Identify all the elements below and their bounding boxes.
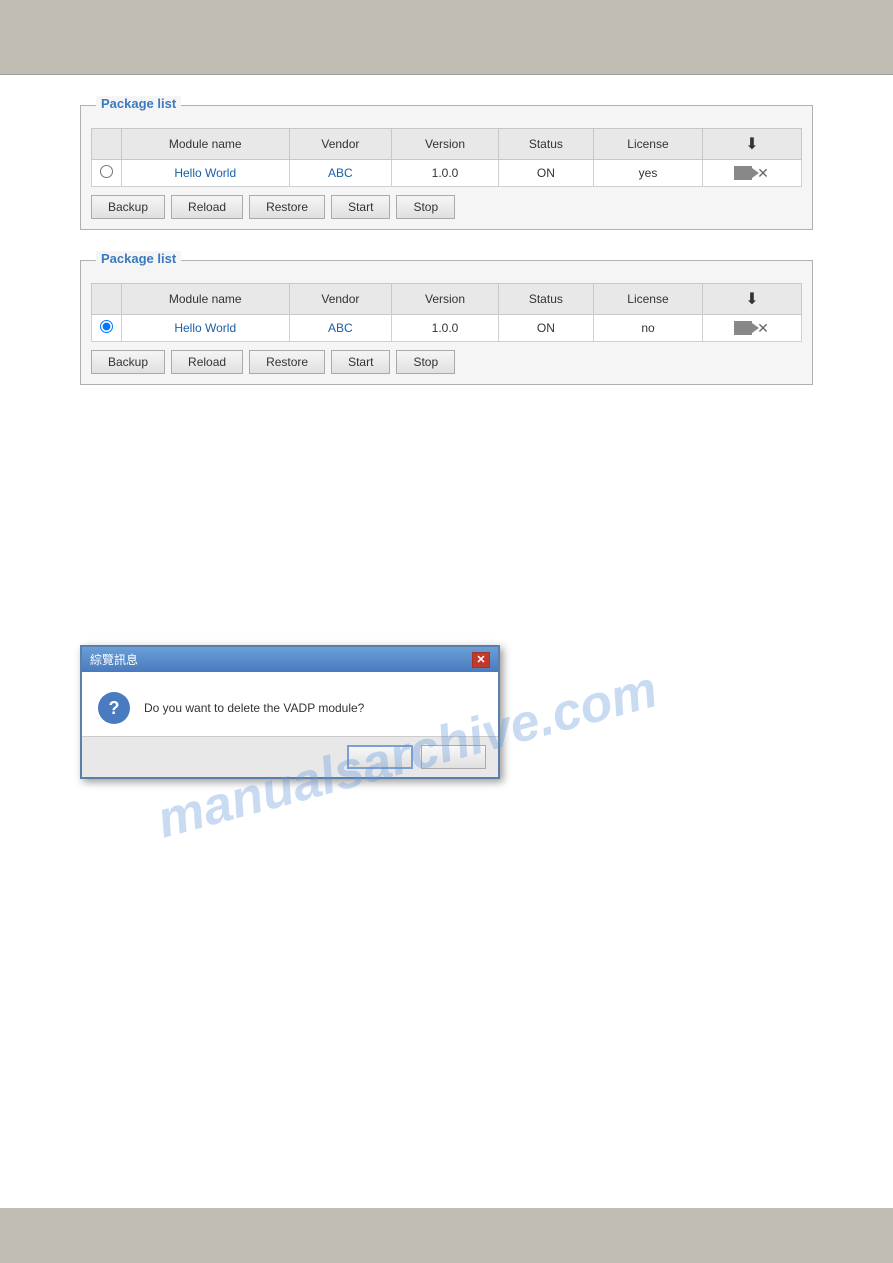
- dialog-message: Do you want to delete the VADP module?: [144, 701, 364, 715]
- button-row-2: Backup Reload Restore Start Stop: [91, 350, 802, 374]
- dialog-question-icon: ?: [98, 692, 130, 724]
- start-button-2[interactable]: Start: [331, 350, 390, 374]
- row-actions-1: ✕: [702, 160, 801, 187]
- dialog-overlay: 綜覽訊息 ✕ ? Do you want to delete the VADP …: [80, 645, 500, 779]
- col-status-2: Status: [498, 284, 593, 315]
- start-button-1[interactable]: Start: [331, 195, 390, 219]
- col-license-2: License: [594, 284, 703, 315]
- dialog-footer: [82, 736, 498, 777]
- row-radio-1[interactable]: [100, 165, 113, 178]
- col-radio-2: [92, 284, 122, 315]
- col-radio-1: [92, 129, 122, 160]
- row-version-2: 1.0.0: [392, 315, 498, 342]
- row-radio-cell-2[interactable]: [92, 315, 122, 342]
- table-row: Hello World ABC 1.0.0 ON yes ✕: [92, 160, 802, 187]
- row-actions-2: ✕: [702, 315, 801, 342]
- row-module-1[interactable]: Hello World: [122, 160, 290, 187]
- row-radio-2[interactable]: [100, 320, 113, 333]
- col-vendor-2: Vendor: [289, 284, 392, 315]
- row-radio-cell-1[interactable]: [92, 160, 122, 187]
- panel-title-1: Package list: [96, 96, 181, 111]
- package-table-1: Module name Vendor Version Status Licens…: [91, 128, 802, 187]
- module-link-2[interactable]: Hello World: [174, 321, 236, 335]
- main-content: Package list Module name Vendor Version …: [0, 75, 893, 1208]
- backup-button-1[interactable]: Backup: [91, 195, 165, 219]
- col-version-1: Version: [392, 129, 498, 160]
- dialog-title: 綜覽訊息: [90, 651, 138, 668]
- video-icon-2[interactable]: [734, 321, 752, 335]
- row-status-2: ON: [498, 315, 593, 342]
- video-icon-1[interactable]: [734, 166, 752, 180]
- col-download-1: ⬇: [702, 129, 801, 160]
- dialog-titlebar: 綜覽訊息 ✕: [82, 647, 498, 672]
- vendor-link-2[interactable]: ABC: [328, 321, 353, 335]
- reload-button-1[interactable]: Reload: [171, 195, 243, 219]
- module-link-1[interactable]: Hello World: [174, 166, 236, 180]
- row-status-1: ON: [498, 160, 593, 187]
- button-row-1: Backup Reload Restore Start Stop: [91, 195, 802, 219]
- col-status-1: Status: [498, 129, 593, 160]
- col-version-2: Version: [392, 284, 498, 315]
- row-license-1: yes: [594, 160, 703, 187]
- reload-button-2[interactable]: Reload: [171, 350, 243, 374]
- package-table-2: Module name Vendor Version Status Licens…: [91, 283, 802, 342]
- col-module-2: Module name: [122, 284, 290, 315]
- restore-button-1[interactable]: Restore: [249, 195, 325, 219]
- row-vendor-2[interactable]: ABC: [289, 315, 392, 342]
- row-version-1: 1.0.0: [392, 160, 498, 187]
- col-module-1: Module name: [122, 129, 290, 160]
- col-vendor-1: Vendor: [289, 129, 392, 160]
- package-panel-2: Package list Module name Vendor Version …: [80, 260, 813, 385]
- restore-button-2[interactable]: Restore: [249, 350, 325, 374]
- vendor-link-1[interactable]: ABC: [328, 166, 353, 180]
- dialog-body: ? Do you want to delete the VADP module?: [82, 672, 498, 736]
- col-download-2: ⬇: [702, 284, 801, 315]
- table-row: Hello World ABC 1.0.0 ON no ✕: [92, 315, 802, 342]
- row-module-2[interactable]: Hello World: [122, 315, 290, 342]
- dialog-window: 綜覽訊息 ✕ ? Do you want to delete the VADP …: [80, 645, 500, 779]
- stop-button-2[interactable]: Stop: [396, 350, 455, 374]
- dialog-ok-button[interactable]: [347, 745, 414, 769]
- stop-button-1[interactable]: Stop: [396, 195, 455, 219]
- dialog-cancel-button[interactable]: [421, 745, 486, 769]
- row-vendor-1[interactable]: ABC: [289, 160, 392, 187]
- col-license-1: License: [594, 129, 703, 160]
- top-bar: [0, 0, 893, 75]
- row-license-2: no: [594, 315, 703, 342]
- backup-button-2[interactable]: Backup: [91, 350, 165, 374]
- dialog-close-button[interactable]: ✕: [472, 652, 490, 668]
- package-panel-1: Package list Module name Vendor Version …: [80, 105, 813, 230]
- bottom-bar: [0, 1208, 893, 1263]
- panel-title-2: Package list: [96, 251, 181, 266]
